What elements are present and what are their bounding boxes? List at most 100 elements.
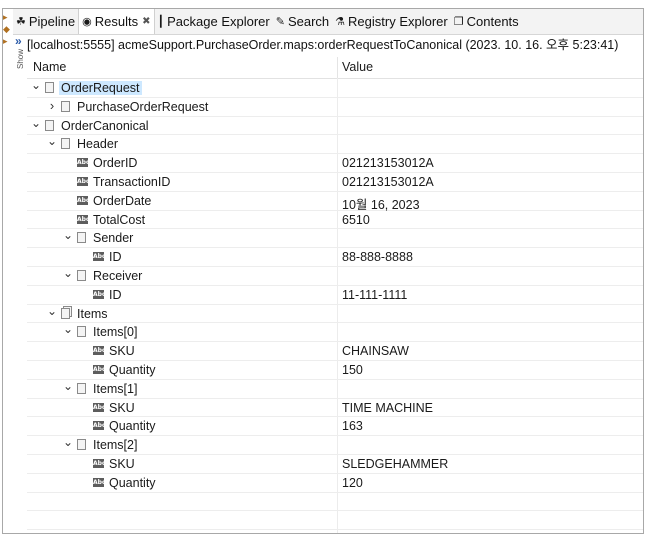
tab-pipeline[interactable]: ☘ Pipeline — [13, 9, 78, 34]
collapse-chevron-icon[interactable]: ⌄ — [63, 266, 73, 280]
string-field-icon: Abc — [93, 364, 106, 375]
tree-row[interactable]: ⌄ Items[0] — [27, 322, 643, 343]
tree-row[interactable]: Abc SKU TIME MACHINE — [27, 399, 643, 418]
node-name: Items[2] — [93, 438, 138, 453]
contents-icon: ❐ — [453, 16, 464, 28]
tree-row[interactable]: Abc SKU SLEDGEHAMMER — [27, 455, 643, 474]
tree-row[interactable]: Abc ID 88-888-8888 — [27, 248, 643, 267]
tab-label: Search — [287, 14, 330, 29]
tab-label: Registry Explorer — [348, 14, 448, 29]
tree-row[interactable]: ⌄ Items — [27, 304, 643, 324]
node-value: 11-111-1111 — [342, 287, 408, 302]
tab-package-explorer[interactable]: ┃ Package Explorer — [155, 9, 273, 34]
document-list-icon — [61, 307, 70, 319]
node-name: Quantity — [109, 419, 156, 434]
toolbar-mini-icon[interactable]: ◆ — [3, 25, 12, 34]
string-field-icon: Abc — [93, 346, 106, 356]
node-name: SKU — [109, 456, 135, 471]
tree-row[interactable]: Abc ID 11-111-1111 — [27, 286, 643, 305]
search-icon: ✎ — [275, 16, 285, 28]
node-name: Quantity — [109, 475, 156, 490]
tree-row[interactable]: ⌄ Items[1] — [27, 379, 643, 399]
table-header: Name Value — [27, 57, 643, 79]
tree-row[interactable]: Abc Quantity 150 — [27, 361, 643, 380]
results-tree-table: Name Value ⌄ OrderRequest › PurchaseOrderRe… — [27, 57, 643, 533]
string-field-icon: Abc — [77, 176, 90, 187]
tree-row[interactable]: ⌄ Sender — [27, 228, 643, 249]
node-name: SKU — [109, 344, 135, 359]
tree-row[interactable]: Abc SKU CHAINSAW — [27, 342, 643, 361]
string-type-glyph: Abc — [77, 176, 90, 186]
toolbar-mini-icon[interactable]: ▸ — [3, 13, 12, 22]
tab-label: Contents — [466, 14, 519, 29]
string-field-icon: Abc — [93, 458, 106, 469]
node-name: Receiver — [93, 268, 143, 283]
document-icon — [77, 439, 86, 451]
node-value: 88-888-8888 — [342, 250, 413, 265]
collapse-chevron-icon[interactable]: ⌄ — [63, 322, 73, 336]
package-explorer-icon: ┃ — [157, 16, 165, 28]
collapse-chevron-icon[interactable]: ⌄ — [31, 116, 41, 130]
tree-row[interactable]: Abc OrderID 021213153012A — [27, 154, 643, 173]
column-header-name[interactable]: Name — [33, 60, 66, 74]
collapse-chevron-icon[interactable]: ⌄ — [47, 304, 57, 318]
node-value: TIME MACHINE — [342, 400, 433, 415]
string-type-glyph: Abc — [93, 477, 106, 487]
node-name: Header — [77, 137, 118, 152]
column-divider[interactable] — [337, 57, 338, 78]
left-toolbar-strip: ▸ ◆ ▸ — [3, 9, 13, 79]
toolbar-mini-icon[interactable]: ▸ — [3, 37, 12, 46]
registry-explorer-icon: ⚗ — [335, 16, 346, 28]
node-name: PurchaseOrderRequest — [77, 99, 209, 114]
node-name: OrderDate — [93, 193, 152, 208]
tab-search[interactable]: ✎ Search — [273, 9, 332, 34]
node-value: 021213153012A — [342, 156, 434, 171]
string-field-icon: Abc — [77, 214, 90, 225]
collapse-chevron-icon[interactable]: ⌄ — [63, 435, 73, 449]
collapse-chevron-icon[interactable]: ⌄ — [47, 134, 57, 148]
expand-chevron-icon[interactable]: › — [47, 98, 57, 113]
node-name: OrderID — [93, 156, 138, 171]
document-icon — [61, 138, 70, 150]
node-name: Items[1] — [93, 381, 138, 396]
column-header-value[interactable]: Value — [342, 60, 373, 74]
results-view: ▸ ◆ ▸ ☘ Pipeline ◉ Results ✖ ┃ Package Explore… — [2, 8, 644, 534]
collapse-chevron-icon[interactable]: ⌄ — [63, 228, 73, 242]
close-tab-icon[interactable]: ✖ — [142, 16, 150, 27]
node-value: 120 — [342, 475, 363, 490]
tab-contents[interactable]: ❐ Contents — [451, 9, 522, 34]
expand-panel-icon[interactable]: » — [15, 35, 22, 47]
string-type-glyph: Abc — [93, 402, 106, 412]
string-field-icon: Abc — [77, 195, 90, 206]
string-field-icon: Abc — [93, 289, 106, 300]
tree-row[interactable]: ⌄ Receiver — [27, 266, 643, 286]
tree-row[interactable]: Abc TotalCost 6510 — [27, 211, 643, 230]
string-type-glyph: Abc — [77, 214, 90, 224]
node-name: OrderRequest — [59, 81, 142, 95]
node-name: ID — [109, 287, 122, 302]
tree-row[interactable]: ⌄ Items[2] — [27, 435, 643, 455]
string-field-icon: Abc — [93, 477, 106, 488]
string-type-glyph: Abc — [93, 289, 106, 299]
node-value: 021213153012A — [342, 174, 434, 189]
show-panel-toggle[interactable]: » Show — [13, 35, 27, 85]
string-field-icon: Abc — [93, 402, 106, 413]
tree-row[interactable]: ⌄ OrderCanonical — [27, 116, 643, 136]
collapse-chevron-icon[interactable]: ⌄ — [63, 379, 73, 393]
tree-row[interactable]: › PurchaseOrderRequest — [27, 98, 643, 117]
node-value: 163 — [342, 419, 363, 434]
tree-row[interactable]: Abc Quantity 163 — [27, 417, 643, 437]
node-value: 6510 — [342, 212, 370, 227]
collapse-chevron-icon[interactable]: ⌄ — [31, 78, 41, 92]
tree-row[interactable]: Abc Quantity 120 — [27, 474, 643, 493]
tree-row[interactable]: Abc OrderDate 10월 16, 2023 — [27, 192, 643, 212]
node-name: Sender — [93, 231, 134, 246]
node-value: 150 — [342, 362, 363, 377]
tree-row[interactable]: ⌄ OrderRequest — [27, 78, 643, 98]
tab-registry-explorer[interactable]: ⚗ Registry Explorer — [332, 9, 451, 34]
tree-row[interactable]: Abc TransactionID 021213153012A — [27, 173, 643, 192]
tab-results[interactable]: ◉ Results ✖ — [78, 9, 155, 34]
string-type-glyph: Abc — [77, 158, 90, 168]
document-icon — [45, 82, 54, 93]
tree-row[interactable]: ⌄ Header — [27, 134, 643, 155]
